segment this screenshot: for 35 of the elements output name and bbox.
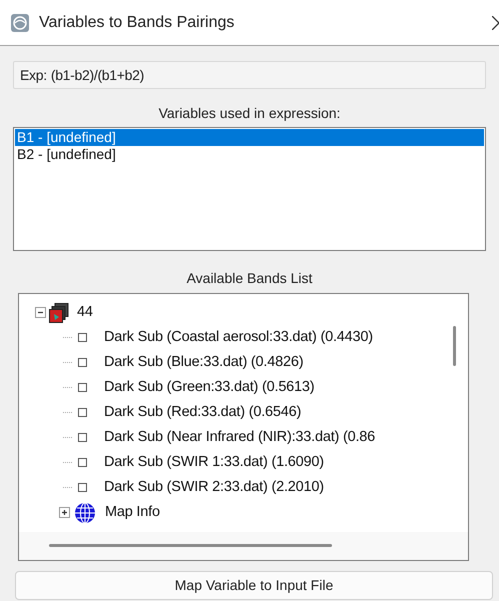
- window-title: Variables to Bands Pairings: [39, 12, 234, 32]
- expression-label: Exp:: [20, 66, 47, 85]
- expand-icon[interactable]: [59, 507, 70, 518]
- band-icon: [78, 458, 87, 467]
- tree-item[interactable]: Map Info: [105, 502, 160, 524]
- variable-item[interactable]: B1 - [undefined]: [15, 129, 484, 146]
- bands-label: Available Bands List: [186, 269, 314, 288]
- app-icon: [10, 12, 30, 32]
- variable-item[interactable]: B2 - [undefined]: [15, 146, 484, 163]
- horizontal-scrollbar[interactable]: [49, 544, 332, 547]
- tree-item[interactable]: Dark Sub (Blue:33.dat) (0.4826): [104, 352, 304, 374]
- band-icon: [78, 408, 87, 417]
- layered-image-icon: [49, 302, 69, 322]
- expression-value: (b1-b2)/(b1+b2): [50, 66, 144, 85]
- tree-item[interactable]: Dark Sub (Near Infrared (NIR):33.dat) (0.86: [104, 426, 376, 448]
- band-icon: [78, 433, 87, 442]
- tree-item[interactable]: 44: [77, 302, 93, 324]
- band-icon: [78, 333, 87, 342]
- tree-item[interactable]: Dark Sub (SWIR 1:33.dat) (1.6090): [104, 452, 324, 474]
- collapse-icon[interactable]: [35, 307, 46, 318]
- globe-icon: [74, 502, 96, 524]
- variables-list[interactable]: B1 - [undefined] B2 - [undefined]: [13, 127, 486, 251]
- bands-tree[interactable]: [18, 293, 469, 561]
- band-icon: [78, 358, 87, 367]
- vertical-scrollbar[interactable]: [453, 326, 456, 366]
- tree-item[interactable]: Dark Sub (Red:33.dat) (0.6546): [104, 402, 302, 424]
- tree-item[interactable]: Dark Sub (Coastal aerosol:33.dat) (0.4430): [104, 326, 373, 348]
- band-icon: [78, 483, 87, 492]
- map-variable-button[interactable]: Map Variable to Input File: [15, 571, 493, 600]
- tree-item[interactable]: Dark Sub (Green:33.dat) (0.5613): [104, 376, 314, 398]
- expression-field[interactable]: Exp: (b1-b2)/(b1+b2): [13, 61, 486, 89]
- band-icon: [78, 383, 87, 392]
- tree-item[interactable]: Dark Sub (SWIR 2:33.dat) (2.2010): [104, 476, 324, 498]
- close-icon[interactable]: [492, 16, 499, 30]
- variables-label: Variables used in expression:: [158, 104, 342, 123]
